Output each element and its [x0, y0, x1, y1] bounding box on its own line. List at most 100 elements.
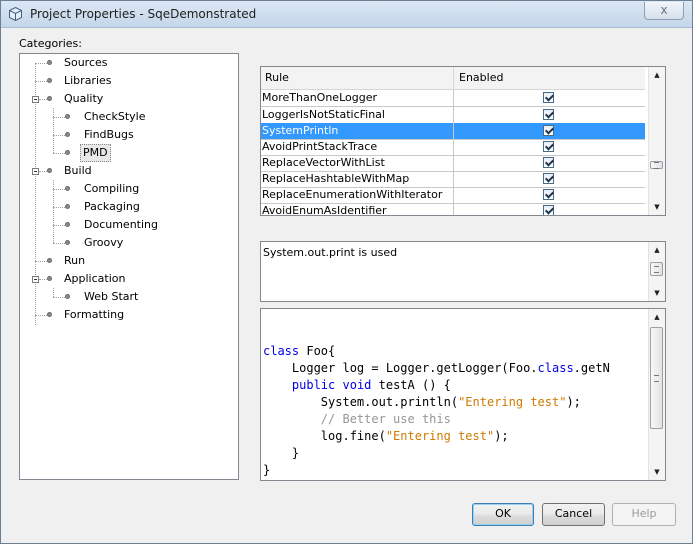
- tree-item-build[interactable]: Build: [20, 162, 236, 180]
- tree-item-documenting[interactable]: Documenting: [20, 216, 236, 234]
- code-text: testA () {: [371, 378, 451, 392]
- tree-item-label: FindBugs: [84, 128, 134, 141]
- code-text: log.fine(: [263, 429, 386, 443]
- scroll-up-arrow-icon[interactable]: ▲: [649, 67, 665, 83]
- rule-name: SystemPrintln: [262, 124, 339, 137]
- rules-table[interactable]: Rule Enabled MoreThanOneLogger LoggerIsN…: [260, 66, 666, 216]
- enabled-checkbox[interactable]: [543, 125, 554, 136]
- rule-name: ReplaceEnumerationWithIterator: [262, 188, 443, 201]
- tree-node-icon: [65, 240, 70, 245]
- code-text: }: [263, 463, 271, 477]
- rule-row[interactable]: ReplaceHashtableWithMap: [261, 171, 645, 188]
- rule-description-box[interactable]: System.out.print is used ▲ ▼: [260, 241, 666, 302]
- tree-connector: [39, 171, 47, 172]
- collapse-icon[interactable]: [32, 168, 39, 175]
- tree-item-run[interactable]: Run: [20, 252, 236, 270]
- enabled-checkbox[interactable]: [543, 205, 554, 215]
- rule-example-code[interactable]: class Foo{ Logger log = Logger.getLogger…: [260, 308, 666, 481]
- column-separator: [453, 155, 454, 171]
- tree-item-compiling[interactable]: Compiling: [20, 180, 236, 198]
- rules-table-header: Rule Enabled: [261, 67, 645, 90]
- rule-row[interactable]: LoggerIsNotStaticFinal: [261, 107, 645, 124]
- categories-tree[interactable]: Sources Libraries Quality CheckStyle Fin…: [19, 53, 239, 480]
- tree-item-sources[interactable]: Sources: [20, 54, 236, 72]
- tree-connector: [53, 207, 65, 208]
- rule-name: MoreThanOneLogger: [262, 91, 377, 104]
- column-separator: [453, 171, 454, 187]
- tree-item-label: Packaging: [84, 200, 140, 213]
- scroll-thumb[interactable]: [650, 262, 663, 276]
- tree-node-icon: [65, 222, 70, 227]
- tree-item-quality[interactable]: Quality: [20, 90, 236, 108]
- enabled-checkbox[interactable]: [543, 92, 554, 103]
- rule-row-selected[interactable]: SystemPrintln: [261, 123, 645, 140]
- rule-row[interactable]: ReplaceVectorWithList: [261, 155, 645, 172]
- tree-item-findbugs[interactable]: FindBugs: [20, 126, 236, 144]
- tree-item-application[interactable]: Application: [20, 270, 236, 288]
- ok-button[interactable]: OK: [472, 503, 534, 526]
- tree-item-label: Libraries: [64, 74, 112, 87]
- code-string: "Entering test": [458, 395, 567, 409]
- categories-label: Categories:: [19, 37, 82, 50]
- netbeans-cube-icon: [9, 7, 22, 21]
- tree-item-formatting[interactable]: Formatting: [20, 306, 236, 324]
- cancel-button[interactable]: Cancel: [542, 503, 605, 526]
- scroll-thumb[interactable]: [650, 161, 663, 169]
- description-scrollbar[interactable]: ▲ ▼: [648, 242, 665, 301]
- dialog-body: Categories: Sources Libraries Quality Ch…: [7, 28, 686, 536]
- tree-item-label: Groovy: [84, 236, 124, 249]
- tree-node-icon: [47, 276, 52, 281]
- code-keyword: class: [263, 344, 300, 358]
- scroll-down-arrow-icon[interactable]: ▼: [649, 464, 665, 480]
- rule-name: AvoidEnumAsIdentifier: [262, 204, 387, 216]
- scroll-down-arrow-icon[interactable]: ▼: [649, 199, 665, 215]
- column-separator: [453, 139, 454, 155]
- column-separator: [453, 90, 454, 106]
- code-string: "Entering test": [385, 429, 495, 443]
- tree-node-icon: [65, 204, 70, 209]
- tree-connector: [53, 135, 65, 136]
- title-bar[interactable]: Project Properties - SqeDemonstrated x: [1, 1, 692, 28]
- tree-item-web-start[interactable]: Web Start: [20, 288, 236, 306]
- scroll-thumb[interactable]: [650, 327, 663, 429]
- scroll-up-arrow-icon[interactable]: ▲: [649, 242, 665, 258]
- column-separator: [453, 203, 454, 215]
- tree-item-packaging[interactable]: Packaging: [20, 198, 236, 216]
- scroll-up-arrow-icon[interactable]: ▲: [649, 309, 665, 325]
- enabled-checkbox[interactable]: [543, 109, 554, 120]
- column-separator: [453, 187, 454, 203]
- tree-connector: [35, 261, 47, 262]
- column-header-enabled[interactable]: Enabled: [459, 71, 503, 84]
- enabled-checkbox[interactable]: [543, 141, 554, 152]
- code-text: System.out.println(: [263, 395, 459, 409]
- enabled-checkbox[interactable]: [543, 173, 554, 184]
- rules-scrollbar[interactable]: ▲ ▼: [648, 67, 665, 215]
- tree-item-pmd[interactable]: PMD: [20, 144, 236, 162]
- enabled-checkbox[interactable]: [543, 157, 554, 168]
- code-text: );: [566, 395, 581, 409]
- collapse-icon[interactable]: [32, 96, 39, 103]
- project-properties-dialog: Project Properties - SqeDemonstrated x C…: [0, 0, 693, 544]
- rule-description-text: System.out.print is used: [263, 246, 398, 259]
- tree-connector: [35, 315, 47, 316]
- collapse-icon[interactable]: [32, 276, 39, 283]
- close-button[interactable]: x: [644, 2, 684, 20]
- tree-connector: [53, 225, 65, 226]
- rule-row[interactable]: MoreThanOneLogger: [261, 90, 645, 107]
- help-button[interactable]: Help: [612, 503, 676, 526]
- tree-item-groovy[interactable]: Groovy: [20, 234, 236, 252]
- tree-item-label: CheckStyle: [84, 110, 146, 123]
- tree-node-icon: [65, 132, 70, 137]
- enabled-checkbox[interactable]: [543, 189, 554, 200]
- rule-row[interactable]: ReplaceEnumerationWithIterator: [261, 187, 645, 204]
- rule-row[interactable]: AvoidPrintStackTrace: [261, 139, 645, 156]
- code-scrollbar[interactable]: ▲ ▼: [648, 309, 665, 480]
- scroll-down-arrow-icon[interactable]: ▼: [649, 285, 665, 301]
- column-header-rule[interactable]: Rule: [265, 71, 289, 84]
- tree-item-checkstyle[interactable]: CheckStyle: [20, 108, 236, 126]
- rule-row[interactable]: AvoidEnumAsIdentifier: [261, 203, 645, 216]
- code-keyword: class: [537, 361, 574, 375]
- code-text: Foo{: [299, 344, 336, 358]
- tree-item-libraries[interactable]: Libraries: [20, 72, 236, 90]
